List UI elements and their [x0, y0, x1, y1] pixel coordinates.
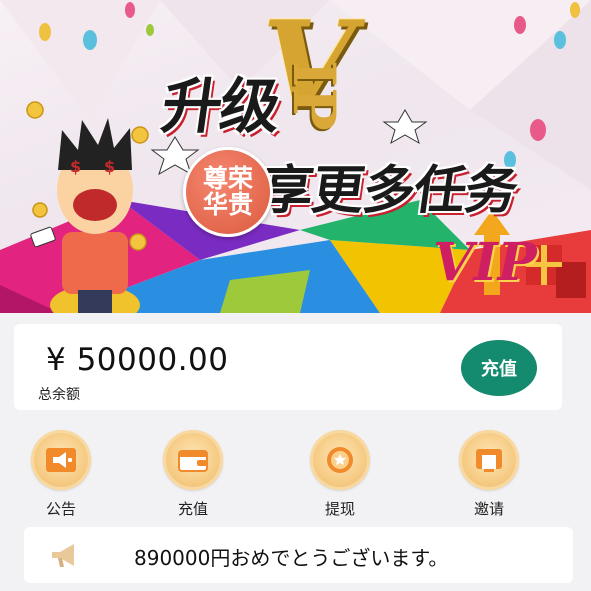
badge-line1: 尊荣: [202, 163, 253, 193]
gift-box: [556, 262, 586, 298]
action-label: 公告: [45, 500, 76, 518]
balloon: [125, 2, 135, 18]
notice-text: 890000円おめでとうございます。: [134, 546, 449, 570]
action-withdraw[interactable]: 提现: [290, 430, 390, 519]
action-invite[interactable]: 邀请: [439, 430, 539, 519]
balloon: [83, 30, 97, 50]
balance-card: ¥ 50000.00 总余额 充值: [14, 324, 562, 410]
balloon: [570, 2, 580, 18]
banner-side-vip: VIP: [433, 232, 537, 293]
badge-line2: 华贵: [202, 190, 253, 219]
notice-bar[interactable]: 890000円おめでとうございます。: [24, 527, 573, 583]
action-recharge[interactable]: 充值: [143, 430, 243, 519]
coin: [26, 101, 44, 119]
star: [382, 109, 428, 145]
invite-icon: [459, 430, 519, 490]
banner-title-more-tasks: 享更多任务: [257, 161, 521, 221]
recharge-button[interactable]: 充值: [461, 340, 537, 396]
balance-label: 总余额: [38, 387, 80, 403]
character-legs: [78, 290, 112, 313]
character-body: [62, 232, 128, 294]
action-label: 提现: [324, 500, 355, 518]
honor-badge: 尊荣 华贵: [183, 147, 273, 237]
action-announcement[interactable]: 公告: [11, 430, 111, 519]
balloon: [146, 24, 154, 36]
balloon: [554, 31, 566, 49]
character-mouth: [73, 189, 117, 221]
balloon: [530, 119, 546, 141]
action-label: 邀请: [473, 500, 504, 518]
coin: [131, 126, 149, 144]
svg-text:$: $: [70, 157, 81, 176]
svg-text:$: $: [104, 157, 115, 176]
quick-actions: 公告 充值 提现 邀请: [0, 430, 591, 520]
coin: [32, 202, 48, 218]
balloon: [39, 23, 51, 41]
vip-promo-banner[interactable]: $ $ 升级 V IP 享更多任务 尊荣 华贵 VIP: [0, 0, 591, 313]
megaphone-icon: [31, 430, 91, 490]
medal-icon: [310, 430, 370, 490]
balloon: [514, 16, 526, 34]
megaphone-icon: [48, 541, 82, 573]
wallet-icon: [163, 430, 223, 490]
balance-amount: ¥ 50000.00: [46, 342, 229, 378]
banner-vip-ip: IP: [280, 60, 348, 131]
action-label: 充值: [177, 500, 208, 518]
coin: [129, 233, 147, 251]
